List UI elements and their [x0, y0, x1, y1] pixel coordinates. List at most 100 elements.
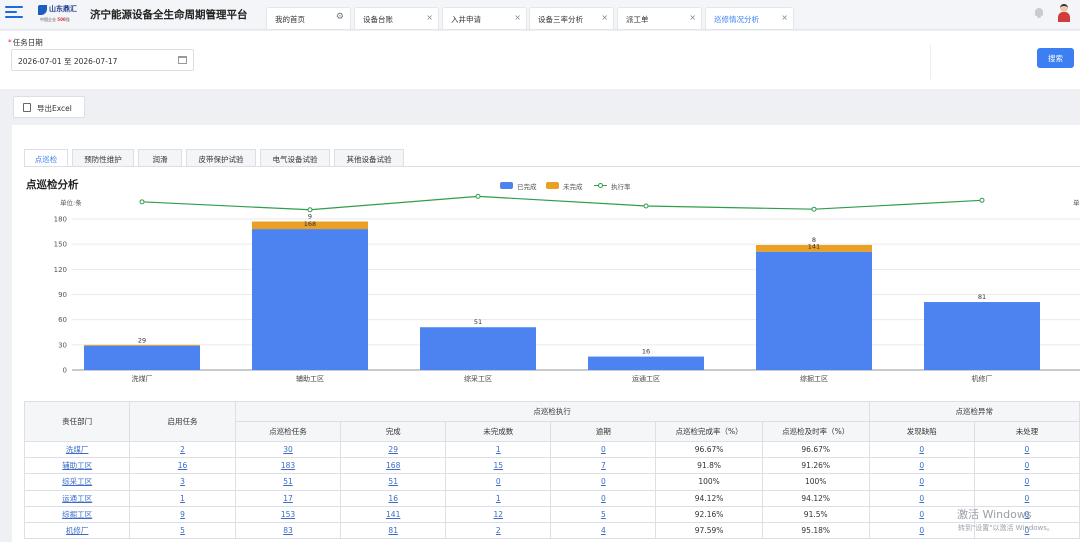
count-link[interactable]: 0	[1025, 461, 1030, 470]
bar-completed	[756, 251, 872, 370]
count-link[interactable]: 83	[283, 526, 293, 535]
count-link[interactable]: 5	[180, 526, 185, 535]
count-link[interactable]: 1	[496, 494, 501, 503]
table-cell: 0	[973, 457, 1080, 475]
table-cell: 0	[550, 489, 657, 507]
table-cell: 16	[340, 489, 447, 507]
count-link[interactable]: 1	[496, 445, 501, 454]
x-tick-label: 辅助工区	[296, 374, 324, 383]
bar-completed	[924, 302, 1040, 370]
table-cell: 51	[340, 473, 447, 491]
table-cell: 92.16%	[655, 505, 763, 523]
table-cell: 94.12%	[655, 489, 763, 507]
table-body: 洗煤厂 2 30 29 1 0 96.67% 96.67% 0 0 辅助工区 16 183 168 15 7 9…	[23, 440, 1080, 540]
table-row: 辅助工区 16 183 168 15 7 91.8% 91.26% 0 0	[23, 457, 1080, 475]
rate-point	[979, 197, 985, 203]
count-link[interactable]: 51	[283, 477, 293, 486]
table-cell: 0	[868, 440, 975, 459]
line-execution-rate	[141, 195, 983, 211]
count-link[interactable]: 16	[178, 461, 188, 470]
table-cell: 0	[973, 489, 1080, 507]
count-link[interactable]: 0	[496, 477, 501, 486]
table-cell: 0	[868, 457, 975, 475]
header-incomplete: 未完成数	[445, 421, 552, 442]
count-link[interactable]: 0	[919, 461, 924, 470]
table-cell: 运通工区	[23, 489, 131, 507]
count-link[interactable]: 3	[180, 477, 185, 486]
count-link[interactable]: 0	[1025, 445, 1030, 454]
table-cell: 0	[973, 473, 1080, 491]
bar-completed	[252, 229, 368, 370]
x-tick-label: 洗煤厂	[132, 374, 153, 383]
header-completed: 完成	[340, 421, 447, 442]
count-link[interactable]: 5	[601, 510, 606, 519]
table-cell: 96.67%	[761, 440, 870, 459]
header-overdue: 逾期	[550, 421, 657, 442]
department-link[interactable]: 综掘工区	[62, 510, 92, 519]
windows-activation-hint: 转到"设置"以激活 Windows。	[958, 524, 1054, 532]
table-cell: 7	[550, 457, 657, 475]
count-link[interactable]: 0	[919, 477, 924, 486]
count-link[interactable]: 183	[281, 461, 295, 470]
count-link[interactable]: 30	[283, 445, 293, 454]
data-label: 51	[474, 318, 482, 326]
count-link[interactable]: 0	[601, 477, 606, 486]
department-link[interactable]: 综采工区	[62, 477, 92, 486]
count-link[interactable]: 16	[388, 494, 398, 503]
department-link[interactable]: 洗煤厂	[66, 445, 89, 454]
table-cell: 95.18%	[761, 521, 870, 540]
table-cell: 153	[234, 505, 342, 523]
count-link[interactable]: 0	[919, 526, 924, 535]
count-link[interactable]: 51	[388, 477, 398, 486]
x-tick-label: 运通工区	[632, 374, 660, 383]
table-cell: 183	[234, 457, 342, 475]
data-label: 16	[642, 348, 650, 356]
count-link[interactable]: 0	[1025, 494, 1030, 503]
count-link[interactable]: 7	[601, 461, 606, 470]
count-link[interactable]: 9	[180, 510, 185, 519]
table-cell: 9	[129, 505, 236, 523]
table-cell: 91.26%	[761, 457, 870, 475]
data-label: 81	[978, 293, 986, 301]
table-cell: 1	[445, 440, 552, 459]
table-cell: 辅助工区	[23, 457, 131, 475]
count-link[interactable]: 2	[496, 526, 501, 535]
count-link[interactable]: 29	[388, 445, 398, 454]
department-link[interactable]: 机修厂	[66, 526, 89, 535]
department-link[interactable]: 运通工区	[62, 494, 92, 503]
count-link[interactable]: 0	[919, 510, 924, 519]
table-cell: 0	[973, 440, 1080, 459]
table-cell: 96.67%	[655, 440, 763, 459]
count-link[interactable]: 0	[1025, 477, 1030, 486]
count-link[interactable]: 0	[601, 494, 606, 503]
count-link[interactable]: 17	[283, 494, 293, 503]
count-link[interactable]: 12	[494, 510, 504, 519]
count-link[interactable]: 15	[494, 461, 504, 470]
table-cell: 4	[550, 521, 657, 540]
table-cell: 141	[340, 505, 447, 523]
count-link[interactable]: 0	[919, 494, 924, 503]
count-link[interactable]: 0	[601, 445, 606, 454]
table-cell: 0	[445, 473, 552, 491]
table-cell: 0	[550, 440, 657, 459]
count-link[interactable]: 168	[386, 461, 400, 470]
header-completion-rate: 点巡检完成率（%）	[655, 421, 763, 442]
table-cell: 91.5%	[761, 505, 870, 523]
table-cell: 168	[340, 457, 447, 475]
count-link[interactable]: 1	[180, 494, 185, 503]
table-cell: 100%	[655, 473, 763, 491]
table-cell: 0	[868, 473, 975, 491]
count-link[interactable]: 2	[180, 445, 185, 454]
count-link[interactable]: 0	[919, 445, 924, 454]
table-cell: 97.59%	[655, 521, 763, 540]
count-link[interactable]: 4	[601, 526, 606, 535]
table-cell: 0	[868, 489, 975, 507]
department-link[interactable]: 辅助工区	[62, 461, 92, 470]
table-row: 机修厂 5 83 81 2 4 97.59% 95.18% 0 0	[23, 521, 1080, 540]
inspection-chart: 0 30 60 90 120 150 180 29 洗煤厂 1689 辅助工区 51 综采工区 16 运通工…	[54, 193, 1080, 383]
count-link[interactable]: 141	[386, 510, 400, 519]
count-link[interactable]: 153	[281, 510, 295, 519]
y-tick-label: 0	[63, 367, 67, 375]
header-timely-rate: 点巡检及时率（%）	[761, 421, 870, 442]
count-link[interactable]: 81	[388, 526, 398, 535]
